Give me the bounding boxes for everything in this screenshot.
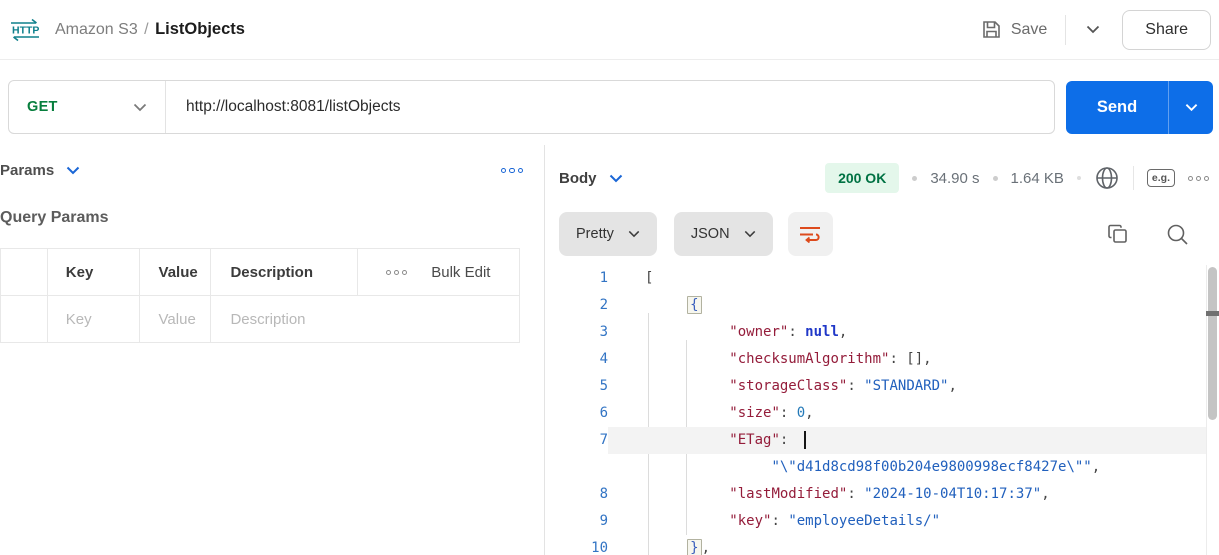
send-button[interactable]: Send [1066, 81, 1168, 134]
meta-divider [1133, 166, 1134, 190]
params-more-options-icon[interactable] [501, 168, 524, 174]
row-select-cell[interactable] [1, 249, 48, 296]
description-input[interactable]: Description [211, 296, 520, 343]
line-number: 5 [545, 373, 608, 400]
table-header-row: Key Value Description Bulk Edit [1, 249, 520, 296]
response-panel: Body 200 OK 34.90 s 1.64 KB [544, 145, 1219, 555]
chevron-down-icon [1185, 103, 1198, 112]
save-button[interactable]: Save [981, 19, 1047, 40]
chevron-down-icon[interactable] [66, 166, 80, 175]
format-dropdown[interactable]: Pretty [559, 212, 657, 256]
code-line[interactable]: 1[ [545, 265, 1219, 292]
copy-icon[interactable] [1107, 223, 1129, 245]
chevron-down-icon [133, 103, 147, 112]
value-column-header: Value [139, 249, 211, 296]
http-badge-icon: HTTP [9, 17, 41, 43]
save-options-button[interactable] [1080, 19, 1106, 40]
scrollbar-thumb[interactable] [1208, 267, 1217, 420]
code-line[interactable]: 7 "ETag": [545, 427, 1219, 454]
key-input[interactable]: Key [47, 296, 139, 343]
table-row: Key Value Description [1, 296, 520, 343]
globe-icon[interactable] [1094, 165, 1120, 191]
row-select-cell[interactable] [1, 296, 48, 343]
chevron-down-icon [1086, 25, 1100, 34]
url-input[interactable]: http://localhost:8081/listObjects [186, 98, 401, 116]
line-number: 1 [545, 265, 608, 292]
line-number: 3 [545, 319, 608, 346]
code-line[interactable]: 3 "owner": null, [545, 319, 1219, 346]
separator-dot [1077, 176, 1081, 180]
eg-mock-icon[interactable]: e.g. [1147, 169, 1175, 188]
breadcrumb: Amazon S3 / ListObjects [55, 20, 245, 39]
url-bar: GET http://localhost:8081/listObjects [8, 80, 1055, 134]
method-dropdown[interactable]: GET [9, 81, 166, 133]
save-button-label: Save [1011, 21, 1047, 39]
scrollbar-marker [1206, 311, 1219, 316]
toolbar-divider [1065, 15, 1066, 45]
response-body-viewer[interactable]: 1[2 {3 "owner": null,4 "checksumAlgorith… [545, 265, 1219, 555]
code-line[interactable]: "\"d41d8cd98f00b204e9800998ecf8427e\"", [545, 454, 1219, 481]
vertical-scrollbar[interactable] [1206, 265, 1219, 555]
send-button-label: Send [1097, 98, 1137, 117]
line-number: 9 [545, 508, 608, 535]
code-line[interactable]: 4 "checksumAlgorithm": [], [545, 346, 1219, 373]
bulk-edit-button[interactable]: Bulk Edit [431, 264, 490, 281]
wrap-lines-button[interactable] [788, 212, 833, 256]
response-body-tab[interactable]: Body [559, 170, 597, 187]
line-number: 8 [545, 481, 608, 508]
response-more-options-icon[interactable] [1188, 176, 1209, 181]
code-line[interactable]: 5 "storageClass": "STANDARD", [545, 373, 1219, 400]
send-button-group: Send [1066, 81, 1213, 134]
separator-dot [912, 176, 917, 181]
method-label: GET [27, 99, 58, 115]
breadcrumb-collection[interactable]: Amazon S3 [55, 21, 138, 38]
language-dropdown-label: JSON [691, 226, 730, 242]
search-icon[interactable] [1166, 223, 1189, 246]
send-options-button[interactable] [1169, 81, 1213, 134]
value-input[interactable]: Value [139, 296, 211, 343]
share-button[interactable]: Share [1122, 10, 1211, 50]
response-size[interactable]: 1.64 KB [1011, 170, 1064, 187]
bulk-edit-cell: Bulk Edit [358, 249, 520, 296]
query-params-title: Query Params [0, 209, 109, 227]
breadcrumb-request-name[interactable]: ListObjects [155, 20, 245, 38]
line-number: 7 [545, 427, 608, 454]
chevron-down-icon [744, 230, 756, 238]
status-badge[interactable]: 200 OK [825, 163, 899, 193]
language-dropdown[interactable]: JSON [674, 212, 773, 256]
params-section-toggle[interactable]: Params [0, 162, 54, 179]
line-number: 6 [545, 400, 608, 427]
line-number: 4 [545, 346, 608, 373]
response-time[interactable]: 34.90 s [930, 170, 979, 187]
code-line[interactable]: 9 "key": "employeeDetails/" [545, 508, 1219, 535]
svg-text:HTTP: HTTP [12, 24, 39, 36]
code-line[interactable]: 8 "lastModified": "2024-10-04T10:17:37", [545, 481, 1219, 508]
query-params-table: Key Value Description Bulk Edit Key Valu… [0, 248, 520, 343]
wrap-lines-icon [799, 225, 821, 243]
code-line[interactable]: 2 { [545, 292, 1219, 319]
app-window: HTTP Amazon S3 / ListObjects Save [0, 0, 1219, 555]
chevron-down-icon[interactable] [609, 174, 623, 183]
request-header-bar: HTTP Amazon S3 / ListObjects Save [0, 0, 1219, 60]
code-editor: 1[2 {3 "owner": null,4 "checksumAlgorith… [545, 265, 1219, 555]
line-number: 2 [545, 292, 608, 319]
code-line[interactable]: 6 "size": 0, [545, 400, 1219, 427]
key-column-header: Key [47, 249, 139, 296]
column-options-icon[interactable] [386, 270, 407, 275]
chevron-down-icon [628, 230, 640, 238]
text-cursor [804, 431, 806, 449]
line-number: 10 [545, 535, 608, 555]
save-floppy-icon [981, 19, 1002, 40]
separator-dot [993, 176, 998, 181]
format-dropdown-label: Pretty [576, 226, 614, 242]
line-number [545, 454, 608, 481]
share-button-label: Share [1145, 21, 1188, 38]
breadcrumb-separator: / [144, 21, 148, 38]
request-params-panel: Params Query Params Key Value Descriptio… [0, 145, 543, 555]
code-line[interactable]: 10 }, [545, 535, 1219, 555]
description-column-header: Description [211, 249, 358, 296]
